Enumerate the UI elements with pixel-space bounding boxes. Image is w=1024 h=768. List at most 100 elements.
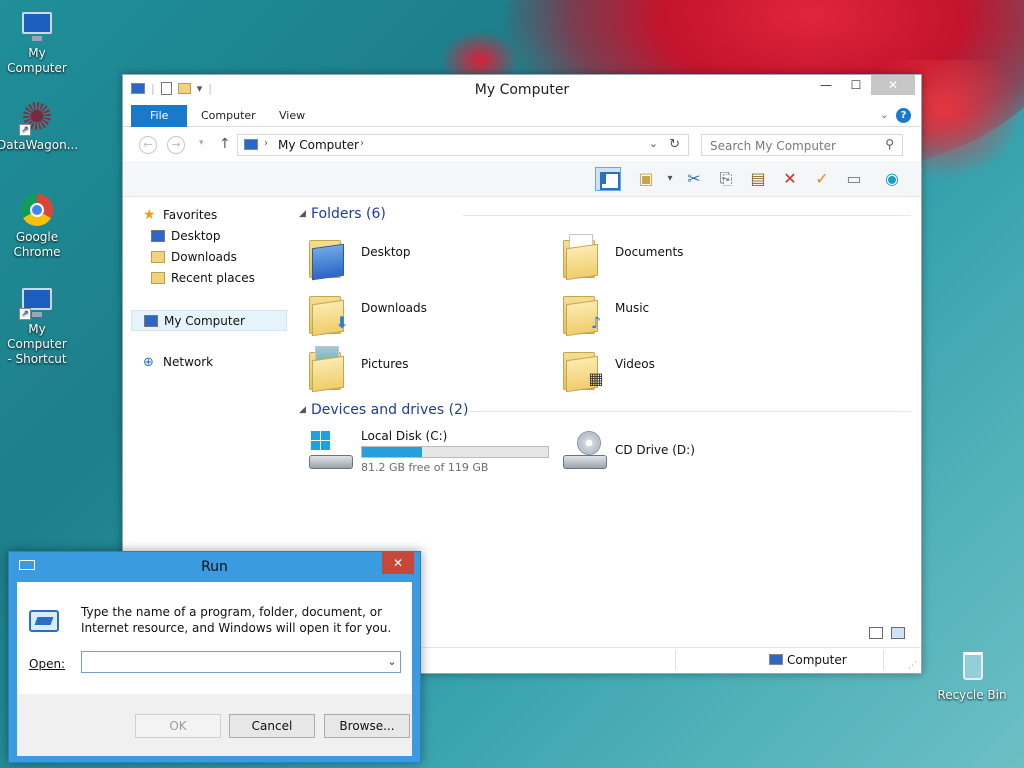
back-button[interactable]: ← xyxy=(139,136,157,154)
folder-item[interactable]: Documents xyxy=(547,231,787,281)
forward-button[interactable]: → xyxy=(167,136,185,154)
chevron-down-icon[interactable]: ▾ xyxy=(657,167,683,191)
folder-name: Desktop xyxy=(361,245,411,259)
paste-icon[interactable]: ▤ xyxy=(745,167,771,191)
desktop-icon-datawagon[interactable]: ↗ DataWagon... xyxy=(0,100,79,153)
desktop-icon-my-computer[interactable]: My Computer xyxy=(0,8,77,76)
details-view-icon[interactable] xyxy=(869,627,883,639)
refresh-icon[interactable]: ↻ xyxy=(669,137,680,152)
cancel-button[interactable]: Cancel xyxy=(229,714,315,738)
drive-usage-bar xyxy=(361,446,549,458)
tab-computer[interactable]: Computer xyxy=(189,105,268,127)
chevron-down-icon[interactable]: ⌄ xyxy=(649,137,658,150)
chevron-down-icon[interactable]: ⌄ xyxy=(385,653,399,671)
navigation-bar: ← → ▾ ↑ › My Computer › ⌄ ↻ Search My Co… xyxy=(123,127,921,161)
delete-icon[interactable]: ✕ xyxy=(777,167,803,191)
collapse-icon[interactable]: ◢ xyxy=(299,209,306,219)
desktop-icon-my-computer-shortcut[interactable]: ↗ My Computer - Shortcut xyxy=(0,284,77,367)
title-bar[interactable]: | ▾ | My Computer — ☐ ✕ xyxy=(123,75,921,105)
open-label: Open: xyxy=(29,657,66,671)
computer-shortcut-icon: ↗ xyxy=(19,284,55,320)
recent-locations-icon[interactable]: ▾ xyxy=(199,138,204,148)
desktop-icon xyxy=(151,230,165,242)
sidebar-item-label: My Computer xyxy=(164,314,245,328)
folder-item[interactable]: Desktop xyxy=(293,231,533,281)
drive-free-space: 81.2 GB free of 119 GB xyxy=(361,461,489,474)
sidebar-item-label: Recent places xyxy=(171,271,255,285)
downloads-icon xyxy=(151,251,165,263)
large-icons-view-icon[interactable] xyxy=(891,627,905,639)
checkmark-icon[interactable]: ✓ xyxy=(809,167,835,191)
group-header-folders[interactable]: ◢ Folders (6) xyxy=(293,205,911,227)
address-bar[interactable]: › My Computer › ⌄ ↻ xyxy=(237,134,689,156)
cut-icon[interactable]: ✂ xyxy=(681,167,707,191)
up-button[interactable]: ↑ xyxy=(219,136,231,152)
search-input[interactable]: Search My Computer ⚲ xyxy=(701,134,903,156)
desktop-icon-label: Google Chrome xyxy=(13,230,61,259)
globe-icon[interactable]: ◉ xyxy=(879,167,905,191)
ok-button[interactable]: OK xyxy=(135,714,221,738)
folder-item[interactable]: Pictures xyxy=(293,343,533,393)
sidebar-item-desktop[interactable]: Desktop xyxy=(131,226,287,247)
expand-ribbon-icon[interactable]: ⌄ xyxy=(880,108,889,121)
sidebar-item-my-computer[interactable]: My Computer xyxy=(131,310,287,331)
folder-item[interactable]: ⬇ Downloads xyxy=(293,287,533,337)
close-button[interactable]: ✕ xyxy=(382,552,414,574)
view-switcher xyxy=(869,627,905,639)
desktop-icon-recycle-bin[interactable]: Recycle Bin xyxy=(932,650,1012,703)
search-icon: ⚲ xyxy=(885,137,894,151)
computer-icon xyxy=(19,8,55,44)
pictures-folder-icon xyxy=(309,346,347,393)
browse-button[interactable]: Browse... xyxy=(324,714,410,738)
desktop-icon-chrome[interactable]: Google Chrome xyxy=(0,192,77,260)
copy-icon[interactable]: ⎘ xyxy=(713,167,739,191)
sidebar-item-favorites[interactable]: ★ Favorites xyxy=(131,205,287,226)
desktop-icon-label: My Computer xyxy=(7,46,67,75)
content-area: ◢ Folders (6) Desktop Documents ⬇ Downlo… xyxy=(293,205,911,474)
close-button[interactable]: ✕ xyxy=(871,75,915,95)
minimize-button[interactable]: — xyxy=(811,75,841,95)
select-folder-icon[interactable]: ▣ xyxy=(633,167,659,191)
desktop-icon-label: DataWagon... xyxy=(0,138,79,152)
run-description: Type the name of a program, folder, docu… xyxy=(81,605,392,635)
star-icon: ★ xyxy=(143,207,156,223)
sidebar-item-network[interactable]: ⊕ Network xyxy=(131,352,287,373)
search-placeholder: Search My Computer xyxy=(710,139,836,153)
videos-folder-icon: ▦ xyxy=(563,346,604,393)
maximize-button[interactable]: ☐ xyxy=(841,75,871,95)
local-disk-icon xyxy=(309,431,353,471)
rename-icon[interactable]: ▭ xyxy=(841,167,867,191)
desktop-icon-label: Recycle Bin xyxy=(937,688,1007,702)
run-body: Type the name of a program, folder, docu… xyxy=(17,582,412,756)
desktop-folder-icon xyxy=(309,234,347,281)
documents-folder-icon xyxy=(563,234,601,281)
recent-places-icon xyxy=(151,272,165,284)
drive-item-local-disk[interactable]: Local Disk (C:) 81.2 GB free of 119 GB xyxy=(293,427,563,475)
sidebar-item-label: Favorites xyxy=(163,208,218,222)
chevron-right-icon[interactable]: › xyxy=(360,138,364,149)
tab-view[interactable]: View xyxy=(267,105,317,127)
window-title: My Computer xyxy=(474,82,570,98)
open-input[interactable] xyxy=(81,651,401,673)
folder-name: Pictures xyxy=(361,357,409,371)
run-dialog: Run ✕ Type the name of a program, folder… xyxy=(8,551,421,763)
breadcrumb[interactable]: My Computer xyxy=(278,138,359,152)
resize-grip-icon[interactable]: ⋰ xyxy=(908,661,917,671)
drive-item-cd[interactable]: CD Drive (D:) xyxy=(547,427,747,475)
folder-name: Documents xyxy=(615,245,684,259)
navigation-pane: ★ Favorites Desktop Downloads Recent pla… xyxy=(131,205,287,373)
tab-file[interactable]: File xyxy=(131,105,188,127)
collapse-icon[interactable]: ◢ xyxy=(299,405,306,415)
computer-icon xyxy=(144,315,158,327)
preview-pane-icon[interactable] xyxy=(595,167,621,191)
folder-item[interactable]: ▦ Videos xyxy=(547,343,787,393)
drive-name: CD Drive (D:) xyxy=(615,443,695,457)
chevron-right-icon[interactable]: › xyxy=(264,138,268,149)
folder-item[interactable]: ♪ Music xyxy=(547,287,787,337)
group-header-devices[interactable]: ◢ Devices and drives (2) xyxy=(293,401,911,423)
sidebar-item-downloads[interactable]: Downloads xyxy=(131,247,287,268)
sidebar-item-recent-places[interactable]: Recent places xyxy=(131,268,287,289)
help-icon[interactable]: ? xyxy=(896,108,911,123)
cd-drive-icon xyxy=(563,431,607,471)
sidebar-item-label: Desktop xyxy=(171,229,221,243)
